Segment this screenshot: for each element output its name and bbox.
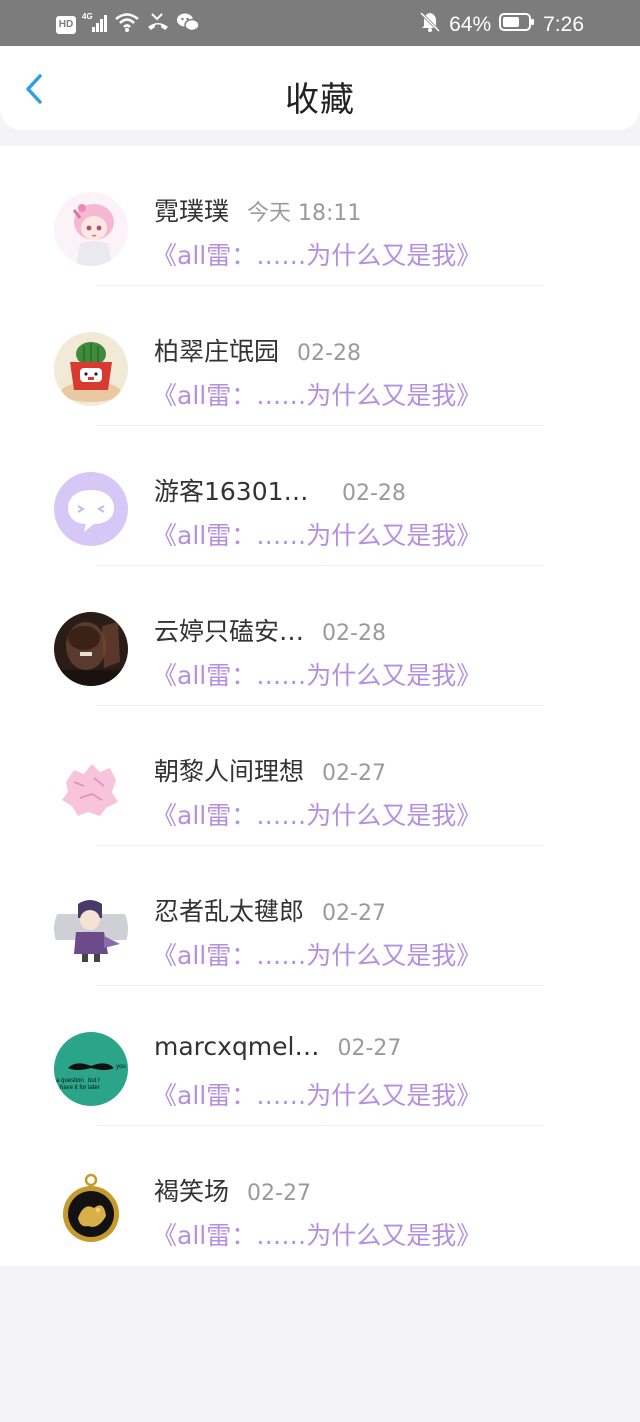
list-item[interactable]: 霓璞璞 今天 18:11 《all雷：……为什么又是我》 — [0, 146, 640, 286]
missed-call-icon — [146, 11, 170, 38]
avatar-caption: a question — [56, 1078, 84, 1084]
list-item[interactable]: 褐笑场 02-27 《all雷：……为什么又是我》 — [0, 1126, 640, 1266]
list-item[interactable]: 游客163013… 02-28 《all雷：……为什么又是我》 — [0, 426, 640, 566]
status-bar: HD 4G 64% 7:26 — [0, 0, 640, 46]
battery-percent: 64% — [449, 13, 492, 36]
work-title-link[interactable]: 《all雷：……为什么又是我》 — [152, 236, 481, 272]
timestamp: 02-28 — [322, 621, 386, 646]
list-item[interactable]: a question but I have it for later you m… — [0, 986, 640, 1126]
name-line: 云婷只磕安… 02-28 — [154, 612, 386, 648]
user-name: 忍者乱太毽郎 — [154, 897, 305, 926]
page-title: 收藏 — [285, 80, 355, 120]
name-line: 霓璞璞 今天 18:11 — [154, 192, 361, 228]
avatar[interactable]: a question but I have it for later you — [54, 1032, 128, 1106]
timestamp: 今天 18:11 — [247, 201, 362, 226]
avatar-caption: you — [116, 1064, 126, 1070]
wechat-icon — [176, 11, 200, 38]
work-title-link[interactable]: 《all雷：……为什么又是我》 — [152, 796, 481, 832]
status-left: HD 4G — [56, 11, 200, 38]
work-title-link[interactable]: 《all雷：……为什么又是我》 — [152, 656, 481, 692]
user-name: 柏翠庄氓园 — [154, 337, 280, 366]
name-line: 忍者乱太毽郎 02-27 — [154, 892, 386, 928]
clock: 7:26 — [543, 13, 584, 36]
work-title-link[interactable]: 《all雷：……为什么又是我》 — [152, 1076, 481, 1112]
name-line: marcxqmel… 02-27 — [154, 1032, 401, 1061]
timestamp: 02-27 — [322, 901, 386, 926]
status-right: 64% 7:26 — [419, 11, 584, 39]
avatar[interactable] — [54, 472, 128, 546]
name-line: 游客163013… 02-28 — [154, 472, 406, 508]
avatar-caption: have it for later — [60, 1085, 100, 1091]
wifi-icon — [114, 11, 140, 38]
avatar[interactable] — [54, 1172, 128, 1246]
avatar[interactable] — [54, 752, 128, 826]
list-item[interactable]: 柏翠庄氓园 02-28 《all雷：……为什么又是我》 — [0, 286, 640, 426]
mute-bell-icon — [419, 11, 441, 39]
user-name: 云婷只磕安… — [154, 617, 305, 646]
signal-icon: 4G — [82, 11, 108, 38]
timestamp: 02-28 — [297, 341, 361, 366]
app-header: 收藏 — [0, 46, 640, 130]
avatar[interactable] — [54, 192, 128, 266]
list-item[interactable]: 云婷只磕安… 02-28 《all雷：……为什么又是我》 — [0, 566, 640, 706]
timestamp: 02-27 — [322, 761, 386, 786]
avatar-caption: but I — [88, 1078, 100, 1084]
work-title-link[interactable]: 《all雷：……为什么又是我》 — [152, 1216, 481, 1252]
favorites-list: 霓璞璞 今天 18:11 《all雷：……为什么又是我》 柏翠庄氓园 02-28 — [0, 146, 640, 1266]
hd-icon: HD — [56, 15, 76, 34]
network-type-label: 4G — [82, 12, 93, 21]
name-line: 褐笑场 02-27 — [154, 1172, 311, 1208]
avatar[interactable] — [54, 892, 128, 966]
work-title-link[interactable]: 《all雷：……为什么又是我》 — [152, 376, 481, 412]
user-name: marcxqmel… — [154, 1032, 320, 1061]
user-name: 游客163013… — [154, 477, 324, 506]
timestamp: 02-28 — [342, 481, 406, 506]
name-line: 柏翠庄氓园 02-28 — [154, 332, 361, 368]
timestamp: 02-27 — [337, 1036, 402, 1061]
user-name: 霓璞璞 — [154, 197, 230, 226]
avatar[interactable] — [54, 612, 128, 686]
list-item[interactable]: 朝黎人间理想 02-27 《all雷：……为什么又是我》 — [0, 706, 640, 846]
work-title-link[interactable]: 《all雷：……为什么又是我》 — [152, 936, 481, 972]
user-name: 朝黎人间理想 — [154, 757, 305, 786]
empty-area — [0, 1266, 640, 1422]
battery-icon — [499, 11, 535, 39]
avatar[interactable] — [54, 332, 128, 406]
name-line: 朝黎人间理想 02-27 — [154, 752, 386, 788]
user-name: 褐笑场 — [154, 1177, 230, 1206]
list-item[interactable]: 忍者乱太毽郎 02-27 《all雷：……为什么又是我》 — [0, 846, 640, 986]
timestamp: 02-27 — [247, 1181, 311, 1206]
work-title-link[interactable]: 《all雷：……为什么又是我》 — [152, 516, 481, 552]
